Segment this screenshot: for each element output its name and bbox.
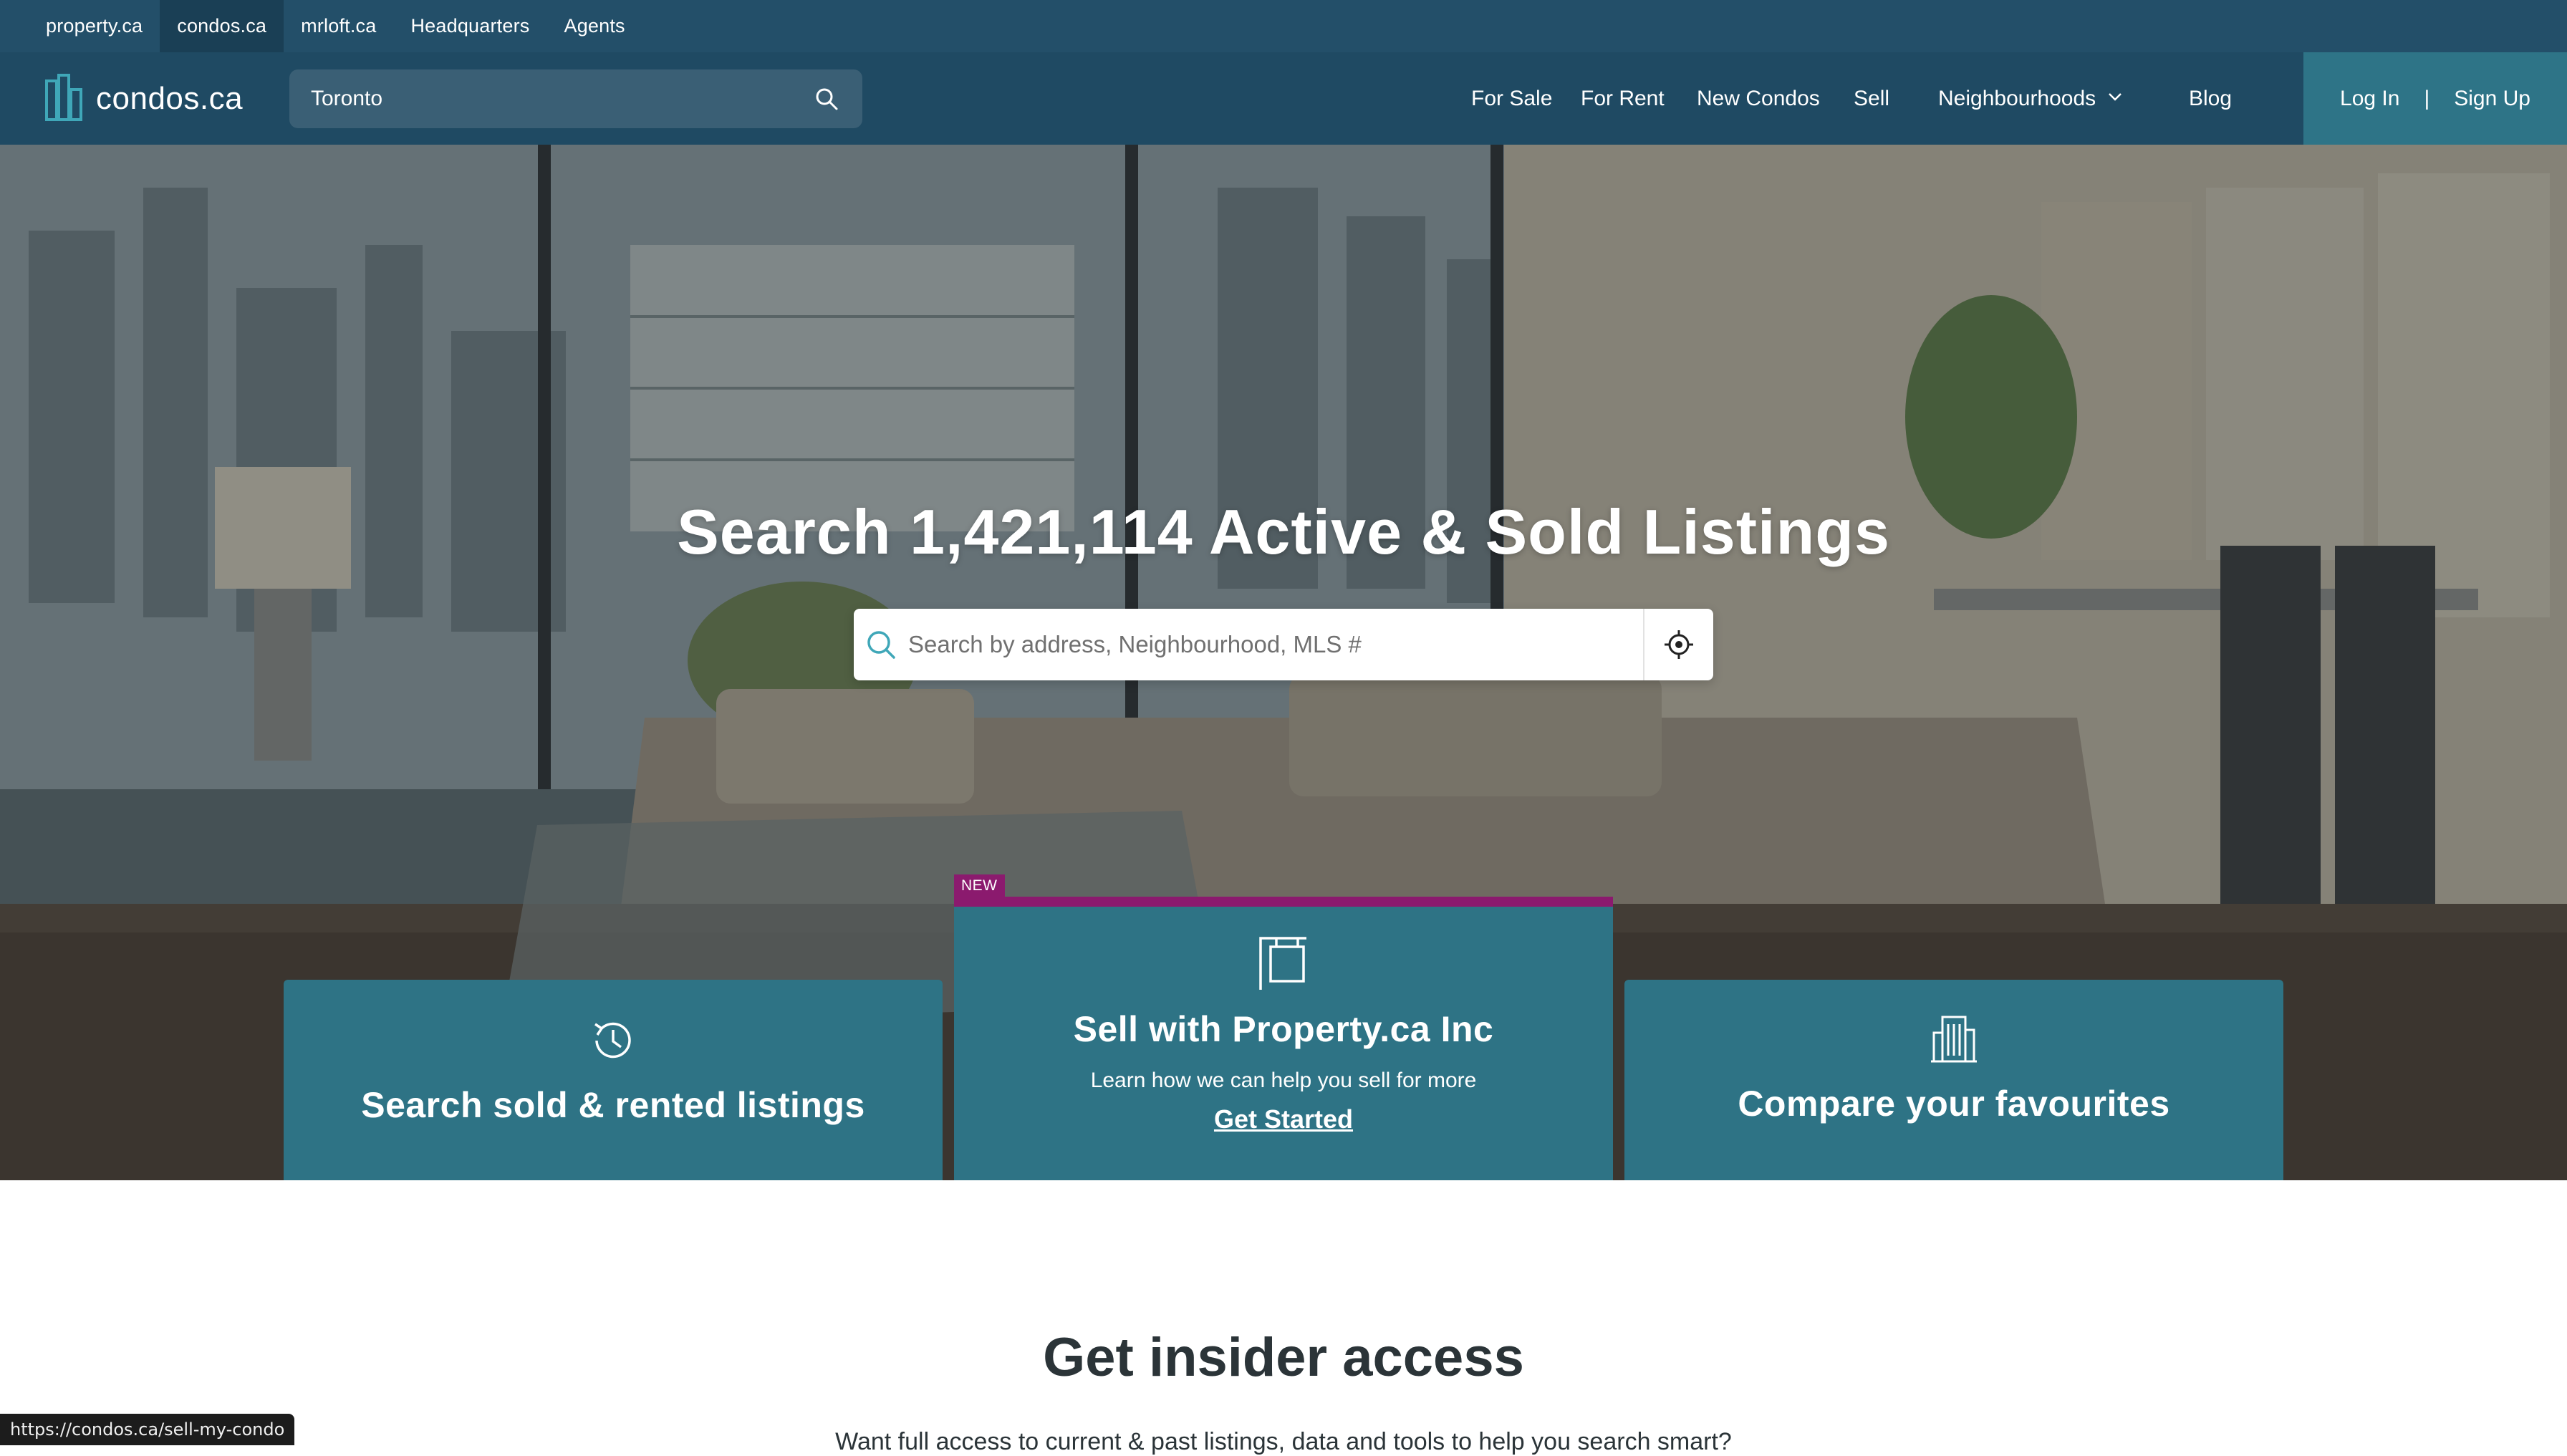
hero-search-box[interactable] — [854, 609, 1713, 680]
logo-text: condos.ca — [96, 81, 244, 116]
main-nav: For Sale — [1471, 52, 1552, 145]
main-nav-new-wrap: New Condos — [1697, 52, 1820, 145]
status-bar-url: https://condos.ca/sell-my-condo — [0, 1414, 295, 1445]
nav-neighbourhoods-label: Neighbourhoods — [1938, 86, 2096, 110]
signup-link[interactable]: Sign Up — [2454, 87, 2530, 111]
search-icon — [854, 609, 908, 680]
sell-with-property-card[interactable]: Sell with Property.ca Inc Learn how we c… — [954, 897, 1613, 1180]
insider-access-subtitle: Want full access to current & past listi… — [835, 1428, 1732, 1455]
sign-icon — [954, 935, 1613, 990]
nav-for-rent[interactable]: For Rent — [1581, 87, 1665, 111]
nav-for-sale[interactable]: For Sale — [1471, 87, 1552, 111]
auth-separator: | — [2424, 86, 2430, 110]
search-icon[interactable] — [812, 85, 841, 113]
main-nav-rent-wrap: For Rent — [1581, 52, 1665, 145]
login-link[interactable]: Log In — [2340, 87, 2399, 111]
hero-search-input[interactable] — [908, 609, 1643, 680]
site-header: condos.ca For Sale For Rent New Condos S… — [0, 52, 2567, 145]
nav-sell[interactable]: Sell — [1854, 87, 1889, 111]
network-tab-headquarters[interactable]: Headquarters — [393, 0, 546, 52]
new-badge: NEW — [954, 874, 1005, 897]
network-tab-agents[interactable]: Agents — [546, 0, 642, 52]
search-sold-card[interactable]: Search sold & rented listings — [284, 980, 943, 1180]
get-started-link[interactable]: Get Started — [1214, 1104, 1353, 1134]
auth-panel: Log In | Sign Up — [2303, 52, 2567, 145]
nav-blog[interactable]: Blog — [2189, 87, 2232, 111]
sell-with-property-subtitle: Learn how we can help you sell for more — [1090, 1069, 1477, 1092]
insider-access-title: Get insider access — [1043, 1327, 1524, 1388]
network-bar: property.ca condos.ca mrloft.ca Headquar… — [0, 0, 2567, 52]
nav-neighbourhoods[interactable]: Neighbourhoods — [1938, 52, 2123, 145]
network-tab-mrloft[interactable]: mrloft.ca — [284, 0, 393, 52]
logo-buildings-icon — [44, 73, 83, 125]
network-tab-property[interactable]: property.ca — [29, 0, 160, 52]
search-sold-title: Search sold & rented listings — [361, 1085, 865, 1125]
main-nav-blog-wrap: Blog — [2189, 52, 2232, 145]
chevron-down-icon — [2107, 92, 2123, 105]
hero-title: Search 1,421,114 Active & Sold Listings — [677, 496, 1890, 567]
history-icon — [284, 1016, 943, 1066]
sell-with-property-title: Sell with Property.ca Inc — [1073, 1009, 1494, 1049]
building-icon — [1624, 1014, 2283, 1064]
main-nav-sell-wrap: Sell — [1854, 52, 1889, 145]
compare-favourites-title: Compare your favourites — [1738, 1084, 2170, 1124]
compare-favourites-card[interactable]: Compare your favourites — [1624, 980, 2283, 1180]
header-search-box[interactable] — [289, 69, 862, 128]
network-tab-condos[interactable]: condos.ca — [160, 0, 284, 52]
header-search-input[interactable] — [311, 87, 812, 111]
logo[interactable]: condos.ca — [44, 73, 244, 125]
locate-me-icon[interactable] — [1643, 609, 1713, 680]
nav-new-condos[interactable]: New Condos — [1697, 87, 1820, 111]
